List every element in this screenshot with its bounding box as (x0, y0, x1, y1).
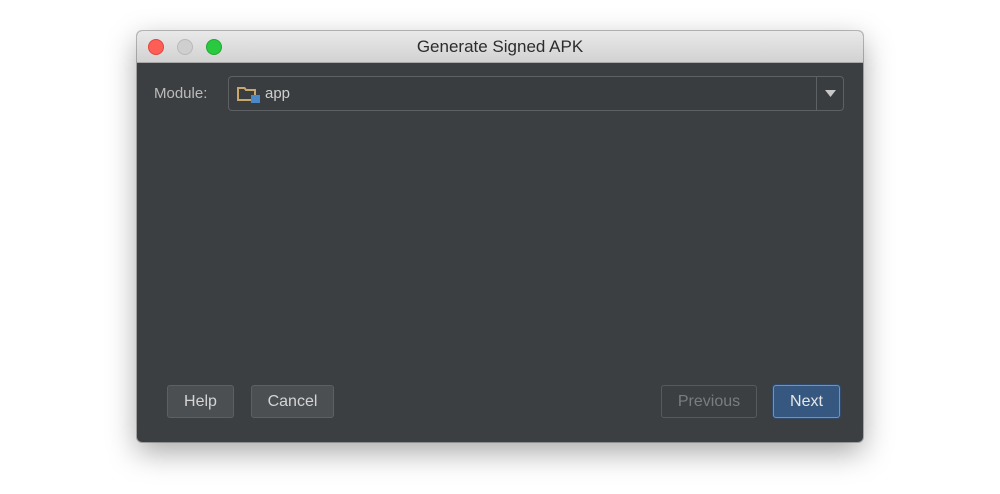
help-button[interactable]: Help (167, 385, 234, 418)
cancel-button[interactable]: Cancel (251, 385, 334, 418)
folder-module-icon (237, 87, 260, 103)
module-selected-value: app (265, 85, 291, 102)
chevron-down-icon[interactable] (817, 77, 844, 110)
module-label: Module: (154, 85, 208, 102)
module-select[interactable]: app (228, 76, 844, 111)
generate-signed-apk-dialog: Generate Signed APK Module: app Help Can… (137, 31, 863, 442)
previous-button[interactable]: Previous (661, 385, 757, 418)
next-button[interactable]: Next (773, 385, 840, 418)
window-title: Generate Signed APK (416, 37, 584, 56)
title-bar[interactable]: Generate Signed APK (137, 31, 863, 63)
